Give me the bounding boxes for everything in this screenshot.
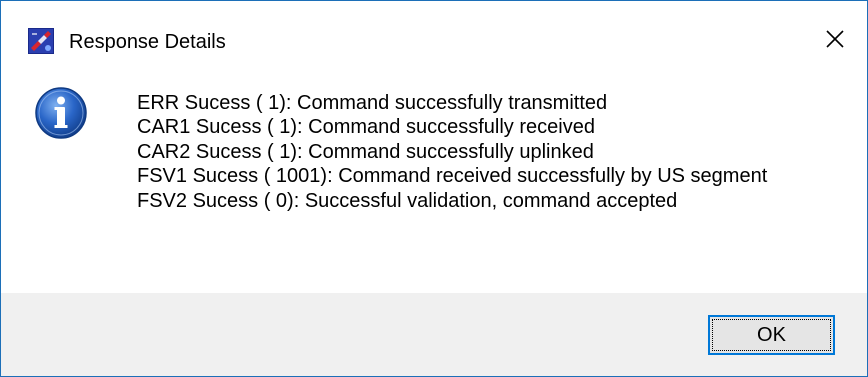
button-bar: OK — [1, 293, 867, 376]
message-line: CAR2 Sucess ( 1): Command successfully u… — [137, 140, 594, 163]
window-title: Response Details — [69, 31, 226, 53]
message-line: FSV1 Sucess ( 1001): Command received su… — [137, 165, 768, 188]
title-bar[interactable]: Response Details — [1, 1, 867, 77]
response-details-dialog: Response Details ERR Sucess (1): Comman… — [0, 0, 868, 377]
dialog-content: ERR Sucess ( 1): Command successfully tr… — [1, 77, 867, 293]
close-icon — [825, 29, 845, 49]
message-line: FSV2 Sucess ( 0): Successful validation,… — [137, 189, 678, 212]
close-button[interactable] — [803, 1, 867, 77]
message-line: ERR Sucess ( 1): Command successfully tr… — [137, 92, 608, 114]
information-icon — [34, 86, 88, 140]
response-messages: ERR Sucess ( 1): Command successfully tr… — [137, 91, 767, 213]
ok-button[interactable]: OK — [708, 315, 835, 355]
satellite-app-icon — [28, 28, 54, 54]
message-line: CAR1 Sucess ( 1): Command successfully r… — [137, 116, 595, 139]
ok-button-label: OK — [757, 323, 786, 346]
